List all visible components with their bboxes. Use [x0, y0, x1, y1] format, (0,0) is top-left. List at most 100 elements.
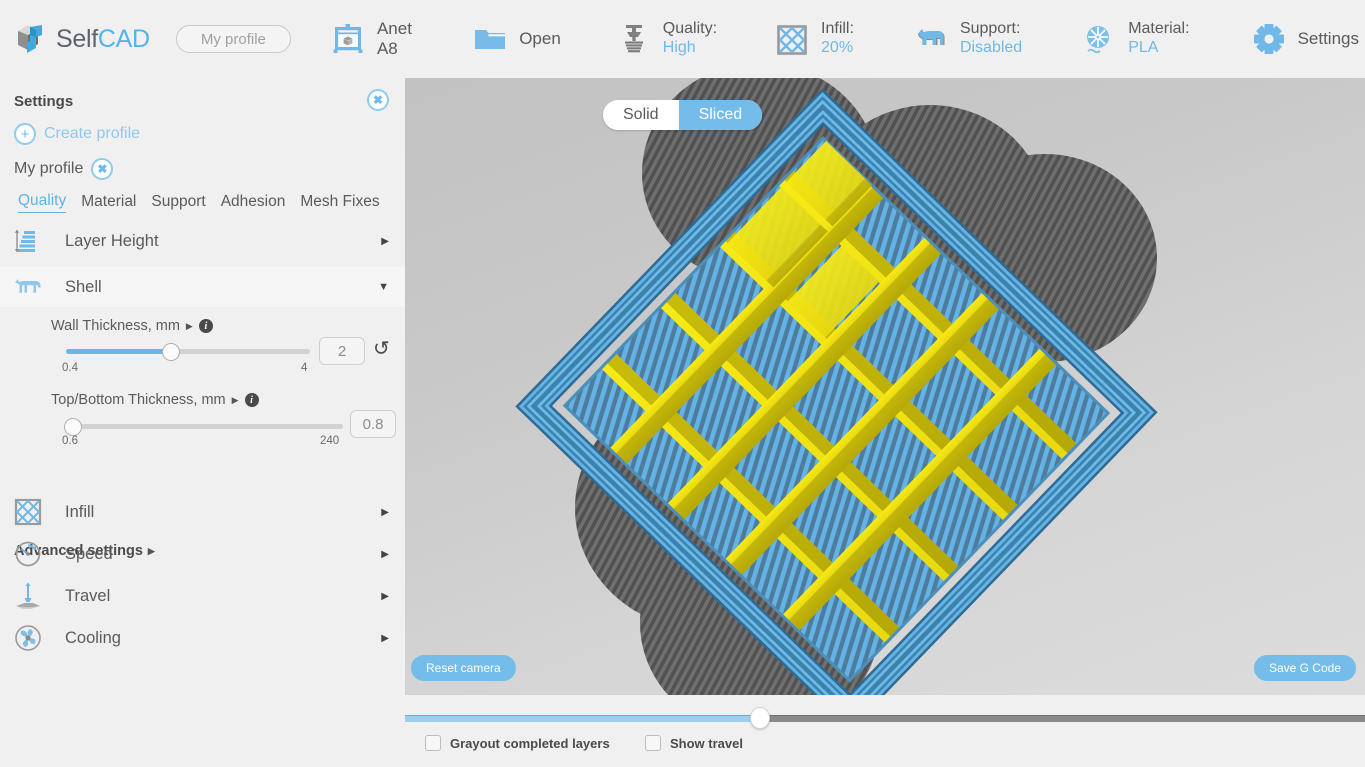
checkbox-grayout-completed-layers[interactable]: Grayout completed layers	[425, 735, 610, 751]
menu-item-open[interactable]: Open	[465, 9, 567, 69]
wall-thickness-min: 0.4	[62, 362, 78, 374]
menu-support-label: Support:	[959, 20, 1021, 38]
fan-icon	[11, 621, 45, 655]
checkbox-label: Grayout completed layers	[450, 735, 610, 751]
top-bottom-thickness-min: 0.6	[62, 435, 78, 447]
menu-open-label: Open	[519, 28, 561, 48]
layer-slider-fill	[405, 715, 761, 722]
chevron-right-icon: ▶	[381, 590, 389, 602]
view-mode-solid[interactable]: Solid	[603, 100, 679, 130]
wall-thickness-label-row: Wall Thickness, mm ▶ i	[51, 318, 213, 334]
profile-placeholder: My profile	[200, 30, 266, 48]
wall-thickness-label: Wall Thickness, mm	[51, 318, 180, 334]
info-icon[interactable]: i	[198, 319, 213, 333]
menu-quality-label: Quality:	[662, 20, 718, 38]
infill-grid-icon	[11, 495, 45, 529]
printer-icon	[329, 20, 367, 58]
brand-text: SelfCAD	[56, 25, 150, 54]
section-layer-height[interactable]: Layer Height ▶	[0, 221, 405, 261]
remove-profile-icon[interactable]: ✖	[91, 158, 114, 180]
brand[interactable]: SelfCAD	[14, 22, 150, 56]
settings-sidebar: Settings ✖ + Create profile My profile ✖…	[0, 78, 405, 767]
menu-quality-labels: Quality: High	[663, 20, 717, 58]
save-gcode-button[interactable]: Save G Code	[1253, 655, 1356, 681]
chevron-right-icon: ▶	[381, 235, 389, 247]
top-bottom-thickness-max: 240	[320, 435, 340, 447]
layer-slider[interactable]	[405, 707, 1365, 729]
menu-material-labels: Material: PLA	[1128, 20, 1189, 58]
menu-item-infill[interactable]: Infill: 20%	[767, 9, 860, 69]
menu-item-settings[interactable]: Settings	[1244, 9, 1365, 69]
app-header: SelfCAD My profile Anet A8 Open Quality:…	[0, 0, 1365, 78]
section-cooling[interactable]: Cooling ▶	[0, 618, 405, 658]
chevron-right-icon: ▶	[381, 548, 389, 560]
chevron-down-icon: ▼	[378, 281, 389, 293]
infill-icon	[773, 20, 811, 58]
section-speed-label: Speed	[65, 544, 113, 563]
top-bottom-thickness-value[interactable]: 0.8	[350, 410, 396, 438]
wall-thickness-value[interactable]: 2	[319, 337, 365, 365]
close-circle-icon[interactable]: ✖	[367, 89, 389, 111]
selfcad-logo-icon	[14, 22, 50, 56]
view-mode-toggle: Solid Sliced	[603, 100, 763, 130]
section-shell[interactable]: Shell ▼	[0, 267, 405, 307]
wall-thickness-max: 4	[301, 362, 308, 374]
checkbox-box[interactable]	[645, 735, 661, 751]
top-bottom-thickness-label: Top/Bottom Thickness, mm	[51, 392, 226, 408]
active-profile-name: My profile	[14, 160, 84, 177]
reset-icon[interactable]: ↺	[373, 336, 390, 361]
tab-adhesion[interactable]: Adhesion	[221, 193, 286, 213]
menu-quality-value: High	[662, 39, 696, 56]
top-bottom-thickness-knob[interactable]	[63, 418, 82, 436]
menu-infill-label: Infill:	[821, 20, 854, 38]
tab-material[interactable]: Material	[81, 193, 136, 213]
folder-icon	[471, 20, 509, 58]
menu-settings-label: Settings	[1297, 28, 1359, 48]
top-bottom-thickness-track	[70, 424, 343, 429]
menu-infill-value: 20%	[821, 39, 854, 56]
reset-camera-button[interactable]: Reset camera	[411, 655, 516, 681]
layer-slider-knob[interactable]	[750, 707, 771, 729]
checkbox-box[interactable]	[425, 735, 441, 751]
menu-item-quality[interactable]: Quality: High	[609, 9, 723, 69]
plus-circle-icon: +	[14, 123, 36, 145]
chevron-right-icon: ▶	[381, 632, 389, 644]
slicer-app: SelfCAD My profile Anet A8 Open Quality:…	[0, 0, 1365, 767]
view-mode-sliced[interactable]: Sliced	[678, 100, 763, 130]
quality-icon	[615, 20, 653, 58]
tab-quality[interactable]: Quality	[18, 192, 67, 213]
top-bottom-thickness-label-row: Top/Bottom Thickness, mm ▶ i	[51, 392, 259, 408]
active-profile: My profile ✖	[14, 158, 114, 180]
menu-open-labels: Open	[519, 29, 561, 49]
triangle-right-icon[interactable]: ▶	[232, 395, 239, 406]
tab-mesh-fixes[interactable]: Mesh Fixes	[300, 193, 379, 213]
triangle-right-icon[interactable]: ▶	[186, 321, 193, 332]
section-infill[interactable]: Infill ▶	[0, 492, 405, 532]
3d-viewport[interactable]: Solid Sliced Reset camera Save G Code	[405, 78, 1365, 695]
tab-support[interactable]: Support	[151, 193, 205, 213]
footer-controls: Grayout completed layers Show travel	[405, 695, 1365, 767]
menu-infill-labels: Infill: 20%	[821, 20, 854, 58]
checkbox-label: Show travel	[670, 735, 743, 751]
settings-tabs: Quality Material Support Adhesion Mesh F…	[18, 192, 380, 213]
wall-thickness-knob[interactable]	[161, 343, 180, 361]
section-infill-label: Infill	[65, 502, 95, 521]
brand-self: Self	[56, 24, 98, 53]
filament-spool-icon	[1080, 20, 1118, 58]
section-layer-height-label: Layer Height	[65, 231, 159, 250]
chevron-right-icon: ▶	[381, 506, 389, 518]
info-icon[interactable]: i	[244, 393, 259, 407]
section-shell-label: Shell	[65, 277, 102, 296]
section-travel-label: Travel	[65, 586, 111, 605]
menu-item-support[interactable]: Support: Disabled	[906, 9, 1028, 69]
menu-item-printer[interactable]: Anet A8	[323, 9, 423, 69]
menu-item-material[interactable]: Material: PLA	[1074, 9, 1195, 69]
profile-input[interactable]: My profile	[175, 25, 291, 53]
sliced-model-render	[515, 78, 1158, 695]
menu-settings-labels: Settings	[1298, 29, 1359, 49]
create-profile-button[interactable]: + Create profile	[14, 123, 140, 145]
section-travel[interactable]: Travel ▶	[0, 576, 405, 616]
section-speed[interactable]: Speed ▶	[0, 534, 405, 574]
checkbox-show-travel[interactable]: Show travel	[645, 735, 743, 751]
menu-support-value: Disabled	[959, 39, 1023, 56]
